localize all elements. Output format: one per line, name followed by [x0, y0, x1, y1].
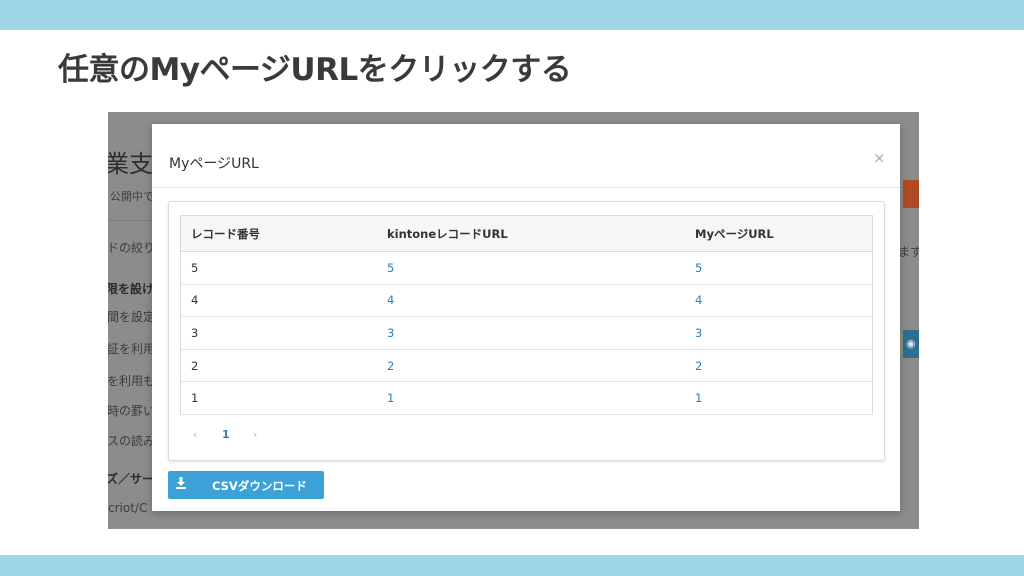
top-accent-band — [0, 0, 1024, 30]
divider — [108, 220, 158, 221]
kintone-record-link[interactable]: 4 — [387, 293, 394, 307]
column-header-mypage-url: MyページURL — [685, 215, 873, 252]
table-row: 1 1 1 — [180, 381, 873, 415]
table-row: 2 2 2 — [180, 349, 873, 383]
background-text: 公開中で — [110, 190, 154, 203]
background-heading: ズ／サー — [108, 472, 155, 486]
record-number: 1 — [180, 381, 377, 415]
background-text: を利用も — [108, 374, 156, 388]
background-heading: 限を設け — [108, 282, 155, 296]
table-row: 3 3 3 — [180, 316, 873, 350]
download-icon — [175, 477, 187, 493]
url-table: レコード番号 kintoneレコードURL MyページURL 5 5 5 4 4… — [180, 215, 873, 415]
table-row: 5 5 5 — [180, 251, 873, 285]
modal-divider — [152, 187, 900, 188]
csv-download-button[interactable]: CSVダウンロード — [168, 471, 324, 499]
column-header-kintone-url: kintoneレコードURL — [377, 215, 685, 252]
kintone-record-link[interactable]: 1 — [387, 391, 394, 405]
background-text: ドの絞り — [108, 241, 156, 255]
slide-title: 任意のMyページURLをクリックする — [58, 52, 572, 88]
background-text: スの読み — [108, 434, 156, 448]
mypage-url-link[interactable]: 3 — [695, 326, 702, 340]
background-text: 間を設定 — [108, 310, 156, 324]
background-text: 証を利用 — [108, 342, 156, 356]
close-icon[interactable]: × — [873, 149, 886, 167]
background-button — [903, 180, 919, 208]
record-number: 3 — [180, 316, 377, 350]
background-page-title: 業支 — [108, 150, 153, 178]
modal-title: MyページURL — [169, 156, 259, 172]
mypage-url-link[interactable]: 4 — [695, 293, 702, 307]
kintone-record-link[interactable]: 3 — [387, 326, 394, 340]
mypage-url-link[interactable]: 1 — [695, 391, 702, 405]
bottom-accent-band — [0, 555, 1024, 576]
table-header-row: レコード番号 kintoneレコードURL MyページURL — [180, 215, 873, 252]
csv-download-label: CSVダウンロード — [212, 479, 307, 493]
chevron-right-icon[interactable]: › — [253, 428, 257, 441]
background-text: criot/C — [108, 501, 148, 515]
background-text: ます — [898, 245, 919, 259]
background-text: 時の罫い — [108, 404, 156, 418]
record-number: 4 — [180, 284, 377, 318]
record-number: 5 — [180, 251, 377, 285]
column-header-record-no: レコード番号 — [180, 215, 377, 252]
record-number: 2 — [180, 349, 377, 383]
kintone-record-link[interactable]: 2 — [387, 359, 394, 373]
mypage-url-link[interactable]: 5 — [695, 261, 702, 275]
mypage-url-link[interactable]: 2 — [695, 359, 702, 373]
chevron-left-icon[interactable]: ‹ — [193, 428, 197, 441]
eye-icon: ◉ — [906, 337, 916, 350]
url-table-panel: レコード番号 kintoneレコードURL MyページURL 5 5 5 4 4… — [168, 201, 885, 461]
app-screenshot: 業支 公開中で ドの絞り 限を設け 間を設定 証を利用 を利用も 時の罫い スの… — [108, 112, 919, 529]
mypage-url-modal: MyページURL × レコード番号 kintoneレコードURL MyページUR… — [152, 124, 900, 511]
kintone-record-link[interactable]: 5 — [387, 261, 394, 275]
page-number-1[interactable]: 1 — [222, 428, 230, 441]
table-row: 4 4 4 — [180, 284, 873, 318]
